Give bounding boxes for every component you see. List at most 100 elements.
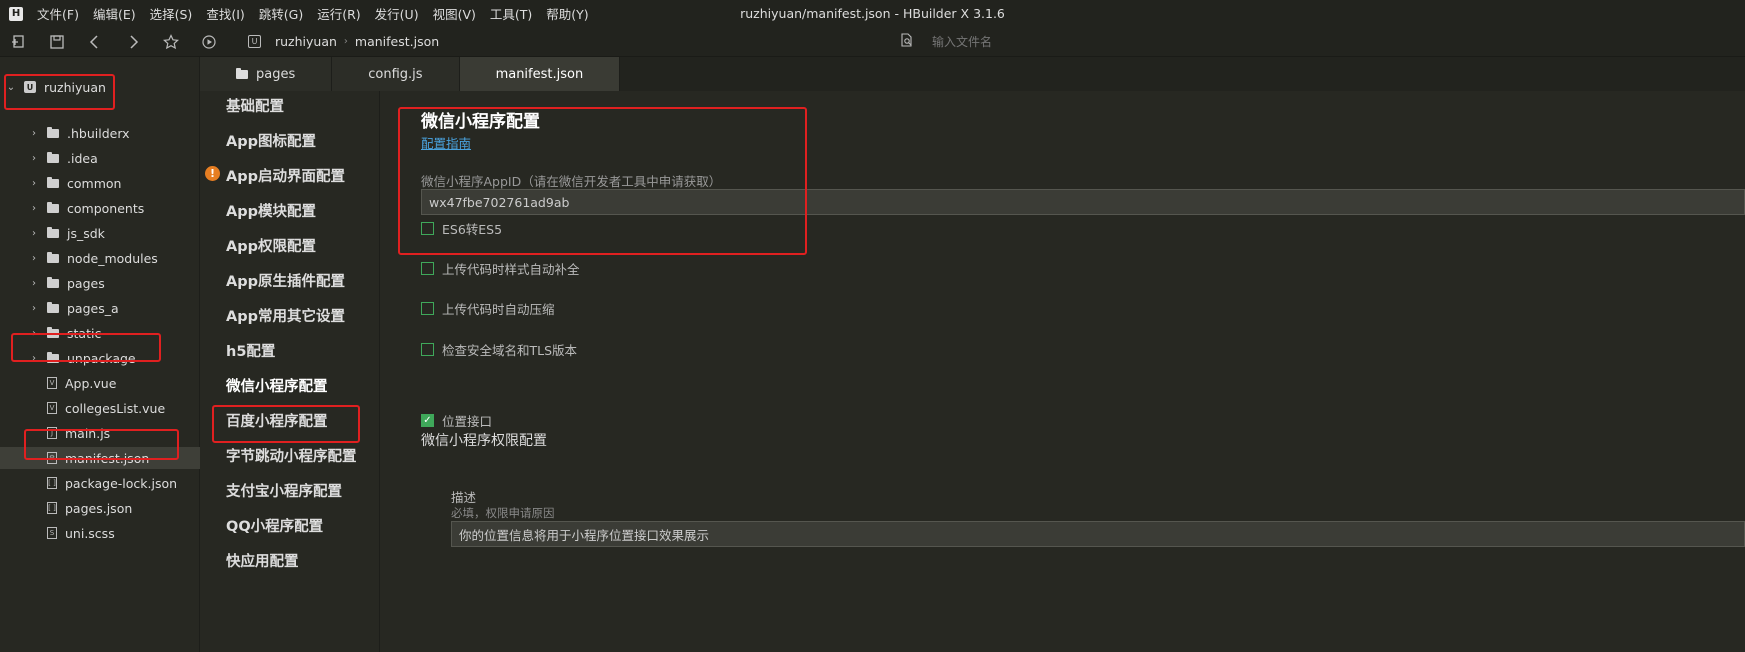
nav-baidu-mp-config[interactable]: 百度小程序配置	[226, 410, 328, 431]
menu-goto[interactable]: 跳转(G)	[259, 4, 303, 23]
menu-publish[interactable]: 发行(U)	[375, 4, 419, 23]
nav-quickapp-config[interactable]: 快应用配置	[226, 550, 299, 571]
nav-alipay-mp-config[interactable]: 支付宝小程序配置	[226, 480, 342, 501]
weixin-config-panel: 微信小程序配置 配置指南 微信小程序AppID（请在微信开发者工具中申请获取） …	[381, 91, 1745, 652]
tree-item-label: pages.json	[65, 500, 133, 516]
menu-run[interactable]: 运行(R)	[317, 4, 360, 23]
checkbox-url-check[interactable]: 检查安全域名和TLS版本	[421, 340, 577, 359]
menu-edit[interactable]: 编辑(E)	[93, 4, 136, 23]
chevron-right-icon[interactable]: ›	[29, 303, 39, 314]
nav-toutiao-mp-config[interactable]: 字节跳动小程序配置	[226, 445, 357, 466]
menu-find[interactable]: 查找(I)	[206, 4, 244, 23]
chevron-right-icon[interactable]: ›	[29, 353, 39, 364]
tree-item-components[interactable]: › components	[0, 197, 200, 219]
tree-item-common[interactable]: › common	[0, 172, 200, 194]
breadcrumb-project[interactable]: ruzhiyuan	[275, 34, 337, 49]
file-search-input[interactable]	[932, 35, 1232, 49]
chevron-down-icon: ⌄	[6, 81, 16, 93]
menu-help[interactable]: 帮助(Y)	[546, 4, 588, 23]
chevron-right-icon[interactable]: ›	[29, 228, 39, 239]
checkbox-location[interactable]: ✓ 位置接口	[421, 411, 492, 430]
star-icon[interactable]	[152, 27, 190, 57]
tree-item-label: .idea	[67, 150, 98, 166]
tree-item-main-js[interactable]: Jmain.js	[0, 422, 200, 444]
checkbox-icon[interactable]	[421, 262, 434, 275]
editor-tabs: pages config.js manifest.json	[200, 57, 1745, 91]
back-icon[interactable]	[76, 27, 114, 57]
checkbox-minify[interactable]: 上传代码时自动压缩	[421, 299, 555, 318]
chevron-right-icon[interactable]: ›	[29, 203, 39, 214]
tree-item-manifest-json[interactable]: ⚙ manifest.json	[0, 447, 200, 469]
description-input[interactable]	[451, 521, 1745, 547]
project-explorer: ⌄ U ruzhiyuan › .hbuilderx › .idea › common › c…	[0, 57, 200, 652]
nav-app-icon-config[interactable]: App图标配置	[226, 130, 316, 151]
toolbar: U ruzhiyuan › manifest.json	[0, 27, 1745, 57]
tab-pages[interactable]: pages	[200, 57, 333, 91]
tree-item-label: pages	[67, 275, 105, 291]
nav-app-module-config[interactable]: App模块配置	[226, 200, 316, 221]
breadcrumb-file[interactable]: manifest.json	[355, 34, 439, 49]
tab-manifest-json[interactable]: manifest.json	[459, 57, 621, 91]
menu-select[interactable]: 选择(S)	[150, 4, 193, 23]
config-guide-link[interactable]: 配置指南	[421, 133, 471, 152]
tab-label: config.js	[368, 66, 423, 82]
tree-item-idea[interactable]: › .idea	[0, 147, 200, 169]
tree-item-pages-json[interactable]: [ ] pages.json	[0, 497, 200, 519]
checkbox-es6-to-es5[interactable]: ES6转ES5	[421, 219, 502, 238]
tree-item-label: manifest.json	[65, 450, 150, 466]
nav-app-native-plugin-config[interactable]: App原生插件配置	[226, 270, 345, 291]
tree-item-label: main.js	[65, 425, 111, 441]
tree-item-collegeslist-vue[interactable]: VcollegesList.vue	[0, 397, 200, 419]
checkbox-icon[interactable]	[421, 302, 434, 315]
tree-item-unpackage[interactable]: › unpackage	[0, 347, 200, 369]
project-icon: U	[248, 35, 261, 48]
nav-app-splash-config[interactable]: App启动界面配置	[226, 165, 345, 186]
tree-item-js-sdk[interactable]: › js_sdk	[0, 222, 200, 244]
title-bar: H 文件(F) 编辑(E) 选择(S) 查找(I) 跳转(G) 运行(R) 发行…	[0, 0, 1745, 27]
nav-app-other-settings[interactable]: App常用其它设置	[226, 305, 345, 326]
vue-file-icon: V	[47, 402, 57, 414]
nav-app-permission-config[interactable]: App权限配置	[226, 235, 316, 256]
chevron-right-icon[interactable]: ›	[29, 328, 39, 339]
tree-item-hbuilderx[interactable]: › .hbuilderx	[0, 122, 200, 144]
tab-config-js[interactable]: config.js	[332, 57, 460, 91]
checkbox-icon[interactable]	[421, 222, 434, 235]
menu-tools[interactable]: 工具(T)	[490, 4, 532, 23]
tree-item-pages-a[interactable]: › pages_a	[0, 297, 200, 319]
chevron-right-icon[interactable]: ›	[29, 153, 39, 164]
nav-qq-mp-config[interactable]: QQ小程序配置	[226, 515, 323, 536]
nav-h5-config[interactable]: h5配置	[226, 340, 275, 361]
folder-icon	[47, 176, 59, 188]
tree-item-pages[interactable]: › pages	[0, 272, 200, 294]
tree-item-static[interactable]: › static	[0, 322, 200, 344]
tree-item-label: js_sdk	[67, 225, 105, 241]
tree-item-package-lock-json[interactable]: [ ] package-lock.json	[0, 472, 200, 494]
new-file-icon[interactable]	[0, 27, 38, 57]
chevron-right-icon[interactable]: ›	[29, 253, 39, 264]
tree-item-label: unpackage	[67, 350, 136, 366]
chevron-right-icon[interactable]: ›	[29, 128, 39, 139]
nav-basic-config[interactable]: 基础配置	[226, 95, 284, 116]
project-name: ruzhiyuan	[44, 79, 106, 95]
menu-view[interactable]: 视图(V)	[433, 4, 476, 23]
chevron-right-icon[interactable]: ›	[29, 278, 39, 289]
forward-icon[interactable]	[114, 27, 152, 57]
tree-item-app-vue[interactable]: V App.vue	[0, 372, 200, 394]
checkbox-checked-icon[interactable]: ✓	[421, 414, 434, 427]
save-icon[interactable]	[38, 27, 76, 57]
description-label: 描述	[451, 490, 477, 505]
page-title: 微信小程序配置	[421, 112, 540, 132]
checkbox-icon[interactable]	[421, 343, 434, 356]
tree-project-root[interactable]: ⌄ U ruzhiyuan	[0, 76, 200, 98]
run-icon[interactable]	[190, 27, 228, 57]
checkbox-label: 上传代码时自动压缩	[442, 302, 555, 317]
checkbox-postcss[interactable]: 上传代码时样式自动补全	[421, 259, 580, 278]
checkbox-label: 上传代码时样式自动补全	[442, 262, 580, 277]
appid-input[interactable]	[421, 189, 1745, 215]
nav-weixin-mp-config[interactable]: 微信小程序配置	[226, 375, 328, 396]
menu-file[interactable]: 文件(F)	[37, 4, 79, 23]
tree-item-node-modules[interactable]: › node_modules	[0, 247, 200, 269]
folder-icon	[47, 226, 59, 238]
chevron-right-icon[interactable]: ›	[29, 178, 39, 189]
tree-item-uni-scss[interactable]: Suni.scss	[0, 522, 200, 544]
